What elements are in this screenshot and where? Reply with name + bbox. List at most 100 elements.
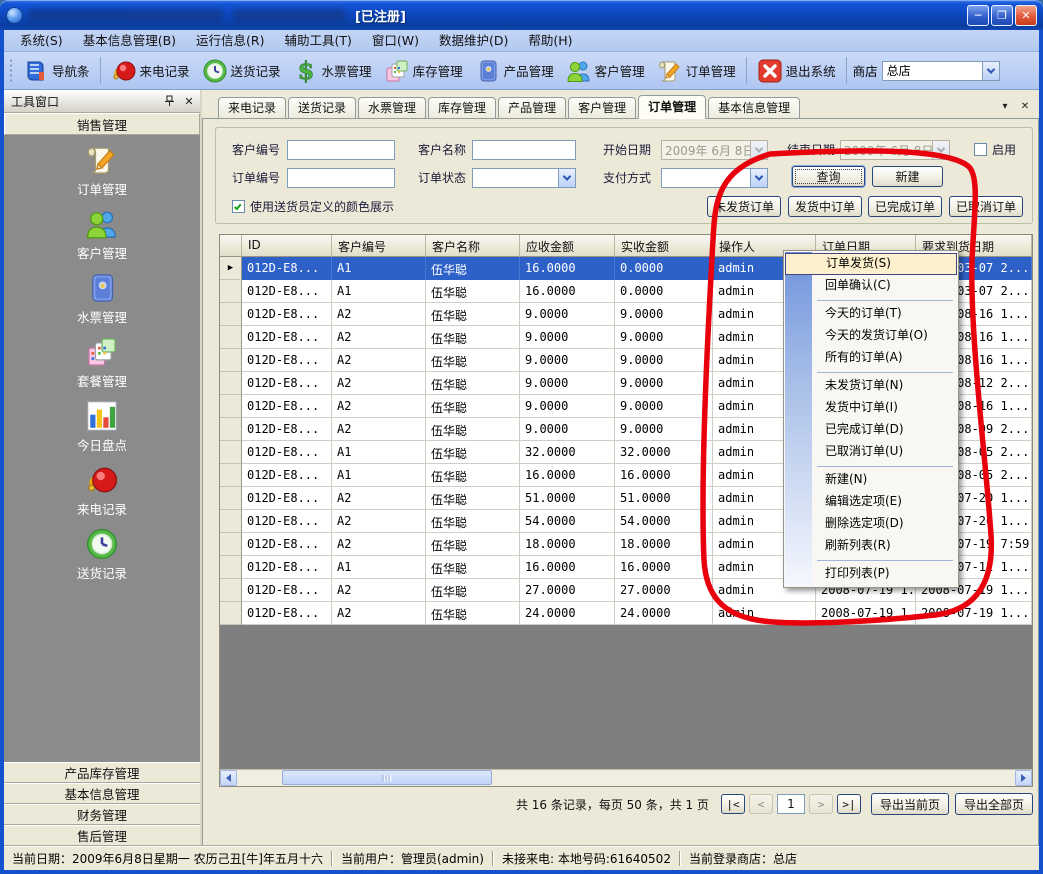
row-selector[interactable] [220, 372, 242, 395]
cell-received[interactable]: 32.0000 [615, 441, 713, 464]
export-all-pages-button[interactable]: 导出全部页 [955, 793, 1033, 815]
row-selector[interactable] [220, 533, 242, 556]
search-button[interactable]: 查询 [792, 166, 865, 187]
cell-receivable[interactable]: 9.0000 [520, 395, 615, 418]
row-selector[interactable] [220, 303, 242, 326]
cell-customer_no[interactable]: A2 [332, 487, 426, 510]
cell-receivable[interactable]: 32.0000 [520, 441, 615, 464]
cell-customer_name[interactable]: 伍华聪 [426, 556, 520, 579]
cell-receivable[interactable]: 27.0000 [520, 579, 615, 602]
new-button[interactable]: 新建 [872, 166, 943, 187]
cell-received[interactable]: 0.0000 [615, 257, 713, 280]
tab-5[interactable]: 客户管理 [568, 97, 636, 118]
context-menu-item-7[interactable]: 未发货订单(N) [785, 375, 957, 397]
toolbar-exit-button[interactable]: 退出系统 [751, 56, 842, 86]
cell-customer_no[interactable]: A2 [332, 510, 426, 533]
filter-completed-button[interactable]: 已完成订单 [868, 196, 942, 217]
sidebar-item-delivery[interactable]: 送货记录 [4, 527, 200, 591]
cell-id[interactable]: 012D-E8... [242, 418, 332, 441]
maximize-button[interactable]: ❐ [991, 5, 1013, 26]
cell-customer_no[interactable]: A1 [332, 280, 426, 303]
cell-customer_name[interactable]: 伍华聪 [426, 372, 520, 395]
export-current-page-button[interactable]: 导出当前页 [871, 793, 949, 815]
cell-customer_no[interactable]: A2 [332, 326, 426, 349]
row-selector[interactable] [220, 418, 242, 441]
filter-cancelled-button[interactable]: 已取消订单 [949, 196, 1023, 217]
page-number-input[interactable]: 1 [777, 794, 805, 814]
shop-select[interactable]: 总店 [882, 61, 1000, 81]
sidebar-group-1[interactable]: 基本信息管理 [4, 783, 200, 804]
cell-customer_no[interactable]: A1 [332, 556, 426, 579]
horizontal-scrollbar[interactable] [220, 769, 1032, 786]
row-selector[interactable] [220, 464, 242, 487]
cell-received[interactable]: 16.0000 [615, 464, 713, 487]
scrollbar-track[interactable] [237, 770, 1015, 786]
cell-id[interactable]: 012D-E8... [242, 372, 332, 395]
cell-received[interactable]: 9.0000 [615, 418, 713, 441]
cell-customer_no[interactable]: A1 [332, 464, 426, 487]
cell-customer_no[interactable]: A2 [332, 395, 426, 418]
cell-id[interactable]: 012D-E8... [242, 349, 332, 372]
menubar-item-4[interactable]: 窗口(W) [362, 30, 429, 51]
context-menu-item-12[interactable]: 新建(N) [785, 469, 957, 491]
row-selector[interactable] [220, 602, 242, 625]
cell-customer_no[interactable]: A2 [332, 579, 426, 602]
context-menu-item-0[interactable]: 订单发货(S) [785, 253, 957, 275]
cell-id[interactable]: 012D-E8... [242, 395, 332, 418]
cell-order_date[interactable]: 2008-07-19 1... [816, 602, 916, 625]
menubar-item-6[interactable]: 帮助(H) [518, 30, 582, 51]
last-page-button[interactable]: >| [837, 794, 861, 814]
close-button[interactable]: ✕ [1015, 5, 1037, 26]
sidebar-group-3[interactable]: 售后管理 [4, 825, 200, 846]
cell-customer_name[interactable]: 伍华聪 [426, 280, 520, 303]
cell-id[interactable]: 012D-E8... [242, 257, 332, 280]
tab-2[interactable]: 水票管理 [358, 97, 426, 118]
cell-receivable[interactable]: 51.0000 [520, 487, 615, 510]
sidebar-item-packages[interactable]: 套餐管理 [4, 335, 200, 399]
enable-checkbox[interactable]: 启用 [974, 141, 1016, 158]
column-header-customer_no[interactable]: 客户编号 [332, 235, 426, 257]
cell-received[interactable]: 18.0000 [615, 533, 713, 556]
cell-id[interactable]: 012D-E8... [242, 602, 332, 625]
cell-receivable[interactable]: 9.0000 [520, 349, 615, 372]
cell-received[interactable]: 9.0000 [615, 395, 713, 418]
chevron-down-icon[interactable] [558, 169, 575, 187]
order-no-input[interactable] [287, 168, 395, 188]
cell-receivable[interactable]: 9.0000 [520, 303, 615, 326]
sidebar-item-customers[interactable]: 客户管理 [4, 207, 200, 271]
sidebar-item-daily-check[interactable]: 今日盘点 [4, 399, 200, 463]
cell-received[interactable]: 9.0000 [615, 372, 713, 395]
cell-receivable[interactable]: 16.0000 [520, 464, 615, 487]
context-menu-item-1[interactable]: 回单确认(C) [785, 275, 957, 297]
sidebar-group-2[interactable]: 财务管理 [4, 804, 200, 825]
tab-6[interactable]: 订单管理 [638, 95, 706, 119]
cell-received[interactable]: 9.0000 [615, 303, 713, 326]
context-menu-item-5[interactable]: 所有的订单(A) [785, 347, 957, 369]
row-selector[interactable] [220, 280, 242, 303]
cell-customer_name[interactable]: 伍华聪 [426, 487, 520, 510]
toolbar-orders-button[interactable]: 订单管理 [651, 56, 742, 86]
cell-received[interactable]: 9.0000 [615, 326, 713, 349]
customer-no-input[interactable] [287, 140, 395, 160]
cell-customer_no[interactable]: A1 [332, 441, 426, 464]
toolbar-products-button[interactable]: 产品管理 [469, 56, 560, 86]
cell-customer_name[interactable]: 伍华聪 [426, 510, 520, 533]
row-selector[interactable] [220, 326, 242, 349]
scroll-right-icon[interactable] [1015, 770, 1032, 786]
cell-customer_no[interactable]: A2 [332, 418, 426, 441]
table-row[interactable]: 012D-E8...A2伍华聪24.000024.0000admin2008-0… [220, 602, 1032, 625]
cell-customer_name[interactable]: 伍华聪 [426, 579, 520, 602]
cell-receivable[interactable]: 16.0000 [520, 257, 615, 280]
context-menu-item-9[interactable]: 已完成订单(D) [785, 419, 957, 441]
row-selector[interactable] [220, 441, 242, 464]
menubar-item-3[interactable]: 辅助工具(T) [275, 30, 362, 51]
cell-id[interactable]: 012D-E8... [242, 464, 332, 487]
cell-id[interactable]: 012D-E8... [242, 510, 332, 533]
cell-customer_no[interactable]: A2 [332, 349, 426, 372]
menubar-item-1[interactable]: 基本信息管理(B) [73, 30, 186, 51]
sidebar-group-0[interactable]: 产品库存管理 [4, 762, 200, 783]
prev-page-button[interactable]: < [749, 794, 773, 814]
toolbar-tickets-button[interactable]: $ 水票管理 [287, 56, 378, 86]
tab-0[interactable]: 来电记录 [218, 97, 286, 118]
chevron-down-icon[interactable] [982, 62, 999, 80]
